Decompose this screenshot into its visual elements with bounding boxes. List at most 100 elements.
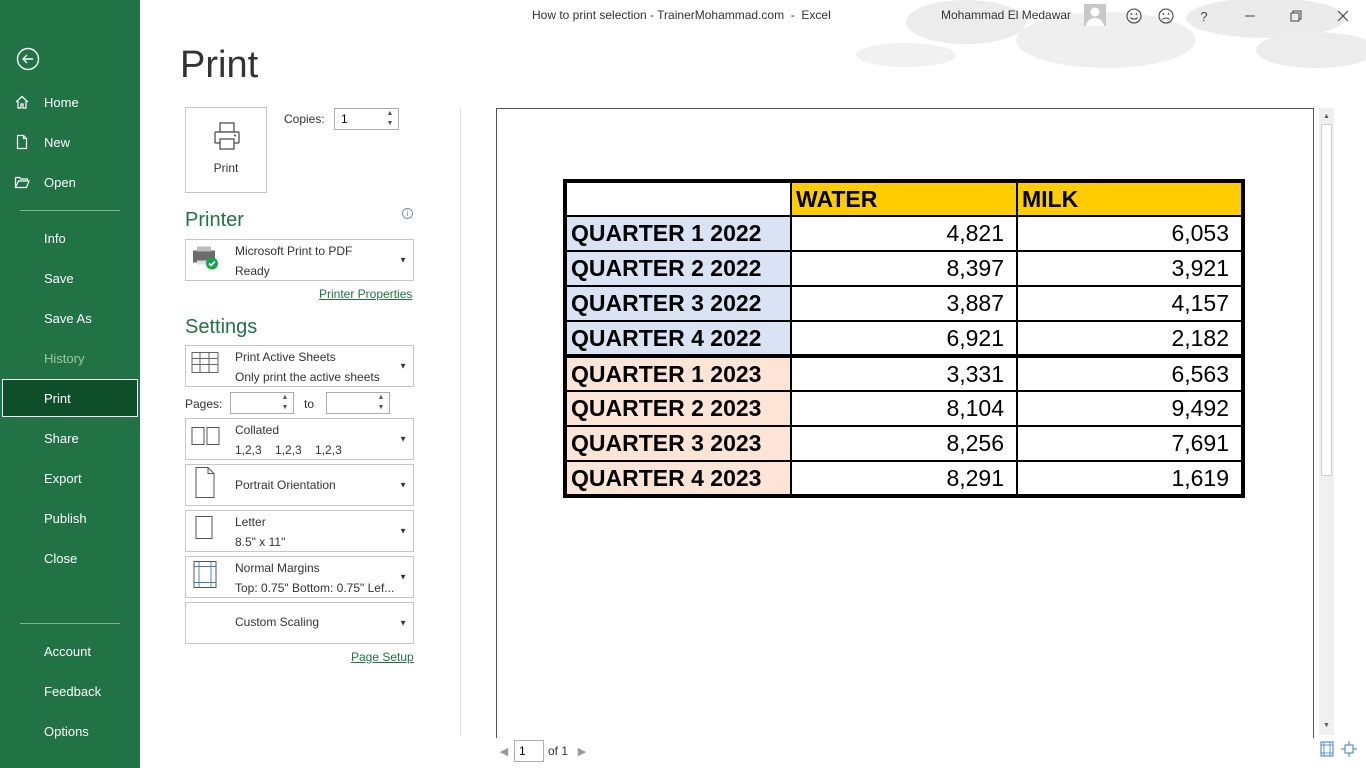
pages-from-input[interactable]: ▲ ▼ [230,392,294,414]
user-name[interactable]: Mohammad El Medawar [941,8,1071,22]
preview-table: WATER MILK QUARTER 1 2022 4,821 6,053 QUARTER… [563,179,1245,498]
show-margins-icon[interactable] [1319,741,1337,759]
nav-label: New [44,134,71,150]
paper-size-dropdown[interactable]: Letter 8.5" x 11" ▼ [185,510,414,552]
nav-share[interactable]: Share [0,419,140,457]
previous-page-icon[interactable]: ◀ [496,745,512,758]
nav-label: Share [44,430,79,446]
chevron-up-icon[interactable]: ▲ [280,394,290,402]
chevron-up-icon[interactable]: ▲ [385,110,395,118]
nav-label: Info [44,230,66,246]
table-header-row: WATER MILK [563,179,1245,217]
next-page-icon[interactable]: ▶ [574,745,590,758]
nav-account[interactable]: Account [0,632,140,670]
page-setup-link[interactable]: Page Setup [351,650,414,664]
milk-value-cell: 4,157 [1016,285,1245,322]
milk-value-cell: 6,563 [1016,354,1245,392]
print-button[interactable]: Print [185,107,267,193]
print-what-title: Print Active Sheets [235,350,336,364]
copies-input[interactable] [335,109,379,129]
back-arrow-icon[interactable] [16,47,40,71]
minimize-icon[interactable] [1240,6,1260,26]
scroll-down-icon[interactable]: ▼ [1319,719,1334,733]
chevron-down-icon[interactable]: ▼ [376,404,386,412]
water-value-cell: 8,104 [790,390,1018,427]
nav-options[interactable]: Options [0,712,140,750]
separator [20,623,120,624]
header-cell: MILK [1016,179,1245,217]
water-value-cell: 4,821 [790,215,1018,252]
page-navigator: ◀ of 1 ▶ [496,738,590,764]
margins-icon [191,560,219,595]
printer-status: Ready [235,264,270,278]
chevron-down-icon[interactable]: ▼ [280,404,290,412]
open-folder-icon [0,174,44,190]
nav-save[interactable]: Save [0,259,140,297]
nav-feedback[interactable]: Feedback [0,672,140,710]
printer-name: Microsoft Print to PDF [235,244,353,258]
collate-title: Collated [235,423,280,437]
row-label-cell: QUARTER 1 2023 [563,354,792,392]
nav-info[interactable]: Info [0,219,140,257]
restore-icon[interactable] [1286,6,1306,26]
zoom-to-page-icon[interactable] [1341,741,1359,759]
water-value-cell: 8,397 [790,250,1018,287]
row-label-cell: QUARTER 3 2022 [563,285,792,322]
help-icon[interactable]: ? [1194,6,1214,26]
row-label-cell: QUARTER 4 2023 [563,460,792,498]
spin-buttons[interactable]: ▲ ▼ [385,110,395,128]
scaling-title: Custom Scaling [235,615,320,629]
home-icon [0,94,44,110]
nav-label: Options [44,723,89,739]
nav-print[interactable]: Print [2,379,138,417]
printer-properties-link[interactable]: Printer Properties [319,287,412,301]
spin-buttons[interactable]: ▲ ▼ [280,394,290,412]
spin-buttons[interactable]: ▲ ▼ [376,394,386,412]
print-button-label: Print [213,161,239,175]
printer-section-title: Printer [185,209,244,231]
margins-dropdown[interactable]: Normal Margins Top: 0.75" Bottom: 0.75" … [185,556,414,598]
chevron-down-icon: ▼ [399,526,407,536]
nav-close[interactable]: Close [0,539,140,577]
nav-save-as[interactable]: Save As [0,299,140,337]
frown-icon[interactable] [1156,6,1176,26]
scaling-dropdown[interactable]: Custom Scaling ▼ [185,602,414,644]
pages-to-field[interactable] [327,393,375,413]
collate-dropdown[interactable]: Collated 1,2,3 1,2,3 1,2,3 ▼ [185,418,414,460]
copies-stepper[interactable]: ▲▼ [334,108,399,130]
chevron-down-icon[interactable]: ▼ [385,120,395,128]
backstage-sidebar: Home New Open Info Save Save As History … [0,0,140,768]
orientation-dropdown[interactable]: Portrait Orientation ▼ [185,464,414,506]
chevron-up-icon[interactable]: ▲ [376,394,386,402]
scroll-up-icon[interactable]: ▲ [1319,110,1334,124]
milk-value-cell: 2,182 [1016,320,1245,357]
printer-dropdown[interactable]: Microsoft Print to PDF Ready ▼ [185,239,414,281]
milk-value-cell: 3,921 [1016,250,1245,287]
scroll-thumb[interactable] [1321,124,1332,476]
table-row: QUARTER 3 2022 3,887 4,157 [563,285,1245,322]
pages-from-field[interactable] [231,393,279,413]
avatar[interactable] [1084,4,1106,26]
current-page-input[interactable] [515,741,543,761]
nav-new[interactable]: New [0,123,140,161]
row-label-cell: QUARTER 2 2023 [563,390,792,427]
nav-label: Save [44,270,74,286]
paper-size-desc: 8.5" x 11" [235,535,286,549]
header-cell [563,179,792,217]
nav-open[interactable]: Open [0,163,140,201]
orientation-title: Portrait Orientation [235,478,336,492]
nav-home[interactable]: Home [0,83,140,121]
current-page-box[interactable] [514,740,544,762]
milk-value-cell: 1,619 [1016,460,1245,498]
nav-export[interactable]: Export [0,459,140,497]
smile-icon[interactable] [1124,6,1144,26]
print-what-dropdown[interactable]: Print Active Sheets Only print the activ… [185,345,414,387]
preview-scrollbar[interactable]: ▲ ▼ [1319,108,1334,735]
pages-to-input[interactable]: ▲ ▼ [326,392,390,414]
nav-publish[interactable]: Publish [0,499,140,537]
table-row: QUARTER 1 2023 3,331 6,563 [563,354,1245,392]
table-row: QUARTER 1 2022 4,821 6,053 [563,215,1245,252]
info-icon[interactable]: i [402,208,413,219]
table-row: QUARTER 2 2023 8,104 9,492 [563,390,1245,427]
close-icon[interactable] [1333,6,1353,26]
